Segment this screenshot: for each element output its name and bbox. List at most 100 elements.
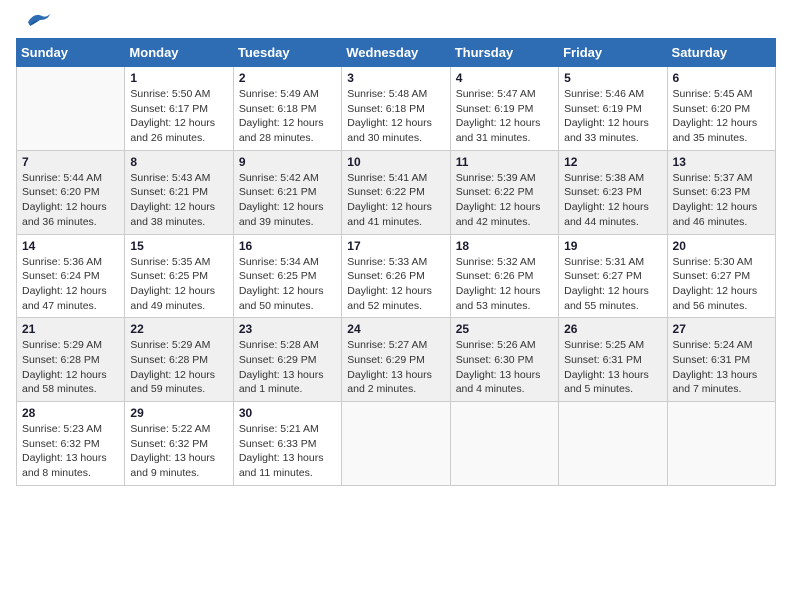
calendar-cell: 15Sunrise: 5:35 AMSunset: 6:25 PMDayligh…	[125, 234, 233, 318]
calendar-cell: 20Sunrise: 5:30 AMSunset: 6:27 PMDayligh…	[667, 234, 775, 318]
day-info-line: Sunrise: 5:41 AM	[347, 171, 444, 186]
day-number: 1	[130, 71, 227, 85]
day-info: Sunrise: 5:27 AMSunset: 6:29 PMDaylight:…	[347, 338, 444, 397]
day-number: 5	[564, 71, 661, 85]
day-info-line: Daylight: 12 hours	[239, 284, 336, 299]
day-info-line: Daylight: 12 hours	[22, 368, 119, 383]
day-info-line: Sunrise: 5:21 AM	[239, 422, 336, 437]
calendar-cell	[17, 67, 125, 151]
calendar-cell: 24 Sunrise: 5:27 AMSunset: 6:29 PMDayligh…	[342, 318, 450, 402]
calendar-cell: 19Sunrise: 5:31 AMSunset: 6:27 PMDayligh…	[559, 234, 667, 318]
day-info-line: Sunset: 6:18 PM	[347, 102, 444, 117]
calendar-table: SundayMondayTuesdayWednesdayThursdayFrid…	[16, 38, 776, 486]
calendar-cell: 12Sunrise: 5:38 AMSunset: 6:23 PMDayligh…	[559, 150, 667, 234]
day-number: 13	[673, 155, 770, 169]
day-info-line: Daylight: 12 hours	[130, 368, 227, 383]
day-header-wednesday: Wednesday	[342, 39, 450, 67]
day-info-line: Daylight: 12 hours	[347, 284, 444, 299]
day-info-line: Sunrise: 5:24 AM	[673, 338, 770, 353]
day-info: Sunrise: 5:26 AMSunset: 6:30 PMDaylight:…	[456, 338, 553, 397]
calendar-cell: 13Sunrise: 5:37 AMSunset: 6:23 PMDayligh…	[667, 150, 775, 234]
calendar-cell: 29Sunrise: 5:22 AMSunset: 6:32 PMDayligh…	[125, 402, 233, 486]
day-number: 6	[673, 71, 770, 85]
day-info: Sunrise: 5:30 AMSunset: 6:27 PMDaylight:…	[673, 255, 770, 314]
day-info-line: and 42 minutes.	[456, 215, 553, 230]
day-info-line: Sunrise: 5:25 AM	[564, 338, 661, 353]
calendar-cell: 2Sunrise: 5:49 AMSunset: 6:18 PMDaylight…	[233, 67, 341, 151]
day-info-line: Sunrise: 5:50 AM	[130, 87, 227, 102]
day-info-line: Sunset: 6:18 PM	[239, 102, 336, 117]
day-number: 27	[673, 322, 770, 336]
day-info: Sunrise: 5:47 AMSunset: 6:19 PMDaylight:…	[456, 87, 553, 146]
calendar-cell: 4Sunrise: 5:47 AMSunset: 6:19 PMDaylight…	[450, 67, 558, 151]
day-info-line: Daylight: 13 hours	[347, 368, 444, 383]
day-info-line: and 55 minutes.	[564, 299, 661, 314]
day-info-line: Daylight: 12 hours	[564, 116, 661, 131]
day-info: Sunrise: 5:24 AMSunset: 6:31 PMDaylight:…	[673, 338, 770, 397]
day-header-thursday: Thursday	[450, 39, 558, 67]
day-number: 17	[347, 239, 444, 253]
day-info-line: Sunset: 6:29 PM	[239, 353, 336, 368]
day-info-line: and 56 minutes.	[673, 299, 770, 314]
day-info-line: Daylight: 12 hours	[564, 284, 661, 299]
day-info-line: Sunrise: 5:44 AM	[22, 171, 119, 186]
day-number: 25	[456, 322, 553, 336]
day-number: 3	[347, 71, 444, 85]
calendar-cell: 5 Sunrise: 5:46 AMSunset: 6:19 PMDaylight…	[559, 67, 667, 151]
day-info-line: Sunrise: 5:33 AM	[347, 255, 444, 270]
day-info-line: Sunset: 6:25 PM	[130, 269, 227, 284]
day-info: Sunrise: 5:21 AMSunset: 6:33 PMDaylight:…	[239, 422, 336, 481]
day-info-line: Sunset: 6:26 PM	[347, 269, 444, 284]
day-info-line: Daylight: 12 hours	[130, 200, 227, 215]
day-info: Sunrise: 5:46 AMSunset: 6:19 PMDaylight:…	[564, 87, 661, 146]
day-info-line: and 50 minutes.	[239, 299, 336, 314]
day-info-line: Daylight: 12 hours	[673, 116, 770, 131]
day-info-line: Sunrise: 5:35 AM	[130, 255, 227, 270]
day-info-line: Sunrise: 5:42 AM	[239, 171, 336, 186]
day-info-line: and 2 minutes.	[347, 382, 444, 397]
day-info-line: Sunset: 6:33 PM	[239, 437, 336, 452]
day-info: Sunrise: 5:38 AMSunset: 6:23 PMDaylight:…	[564, 171, 661, 230]
day-info-line: Daylight: 13 hours	[22, 451, 119, 466]
day-info-line: and 59 minutes.	[130, 382, 227, 397]
day-info-line: Sunrise: 5:48 AM	[347, 87, 444, 102]
day-info-line: and 58 minutes.	[22, 382, 119, 397]
day-info-line: Sunrise: 5:32 AM	[456, 255, 553, 270]
day-number: 24	[347, 322, 444, 336]
day-info-line: and 46 minutes.	[673, 215, 770, 230]
day-info-line: Daylight: 12 hours	[239, 116, 336, 131]
day-info: Sunrise: 5:43 AMSunset: 6:21 PMDaylight:…	[130, 171, 227, 230]
day-info-line: and 33 minutes.	[564, 131, 661, 146]
day-info-line: Daylight: 12 hours	[673, 200, 770, 215]
calendar-cell: 10Sunrise: 5:41 AMSunset: 6:22 PMDayligh…	[342, 150, 450, 234]
day-info: Sunrise: 5:36 AMSunset: 6:24 PMDaylight:…	[22, 255, 119, 314]
calendar-cell: 17 Sunrise: 5:33 AMSunset: 6:26 PMDayligh…	[342, 234, 450, 318]
day-number: 8	[130, 155, 227, 169]
day-info-line: Daylight: 12 hours	[22, 200, 119, 215]
day-info: Sunrise: 5:34 AMSunset: 6:25 PMDaylight:…	[239, 255, 336, 314]
day-info: Sunrise: 5:35 AMSunset: 6:25 PMDaylight:…	[130, 255, 227, 314]
day-info-line: and 1 minute.	[239, 382, 336, 397]
day-info-line: and 30 minutes.	[347, 131, 444, 146]
day-number: 28	[22, 406, 119, 420]
calendar-cell: 16Sunrise: 5:34 AMSunset: 6:25 PMDayligh…	[233, 234, 341, 318]
day-info-line: Sunset: 6:24 PM	[22, 269, 119, 284]
day-info-line: Sunrise: 5:22 AM	[130, 422, 227, 437]
day-info-line: Daylight: 12 hours	[347, 200, 444, 215]
calendar-cell: 26Sunrise: 5:25 AMSunset: 6:31 PMDayligh…	[559, 318, 667, 402]
page-header	[16, 16, 776, 30]
day-info-line: Daylight: 13 hours	[456, 368, 553, 383]
day-info-line: Sunset: 6:20 PM	[22, 185, 119, 200]
calendar-week-row: 14Sunrise: 5:36 AMSunset: 6:24 PMDayligh…	[17, 234, 776, 318]
day-info-line: Daylight: 12 hours	[130, 284, 227, 299]
day-info-line: and 28 minutes.	[239, 131, 336, 146]
day-info-line: and 47 minutes.	[22, 299, 119, 314]
calendar-cell	[667, 402, 775, 486]
day-header-monday: Monday	[125, 39, 233, 67]
day-info-line: Sunset: 6:27 PM	[673, 269, 770, 284]
calendar-cell: 1Sunrise: 5:50 AMSunset: 6:17 PMDaylight…	[125, 67, 233, 151]
day-number: 19	[564, 239, 661, 253]
calendar-cell	[342, 402, 450, 486]
day-info-line: Sunrise: 5:47 AM	[456, 87, 553, 102]
day-info-line: Sunrise: 5:36 AM	[22, 255, 119, 270]
